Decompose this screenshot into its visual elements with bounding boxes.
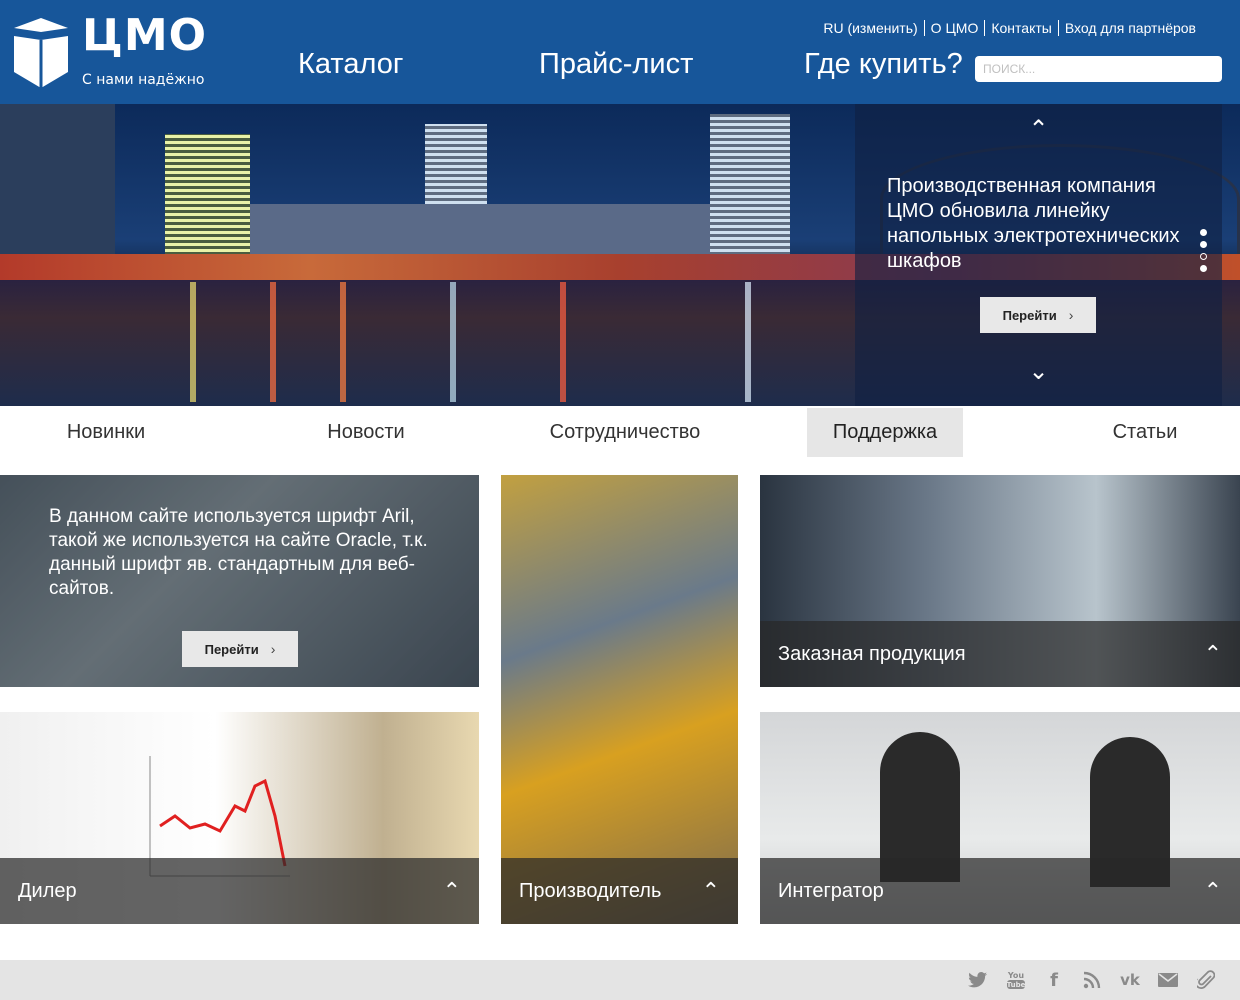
- producer-caption: Производитель ⌃: [501, 858, 738, 924]
- rss-icon[interactable]: [1080, 968, 1104, 992]
- integrator-label: Интегратор: [778, 879, 884, 902]
- slider-dot[interactable]: [1200, 229, 1207, 236]
- site-header: ЦМО С нами надёжно Каталог Прайс-лист Гд…: [0, 0, 1240, 104]
- slider-prev-icon[interactable]: ⌃: [1028, 118, 1048, 142]
- dealer-label: Дилер: [18, 879, 77, 902]
- chevron-up-icon[interactable]: ⌃: [443, 878, 461, 904]
- tab-new-products[interactable]: Новинки: [40, 408, 172, 457]
- producer-label: Производитель: [519, 879, 662, 902]
- slider-dot-active[interactable]: [1200, 253, 1207, 260]
- promo-tile: В данном сайте используется шрифт Aril, …: [0, 475, 479, 687]
- slider-next-icon[interactable]: ⌄: [1028, 360, 1048, 384]
- dealer-caption: Дилер ⌃: [0, 858, 479, 924]
- slider-dot[interactable]: [1200, 265, 1207, 272]
- twitter-icon[interactable]: [966, 968, 990, 992]
- logo-text: ЦМО: [82, 10, 208, 61]
- youtube-icon[interactable]: You Tube: [1004, 968, 1028, 992]
- tab-articles[interactable]: Статьи: [1085, 408, 1205, 457]
- chevron-right-icon: ›: [270, 641, 276, 657]
- svg-text:Tube: Tube: [1007, 981, 1026, 989]
- custom-products-caption: Заказная продукция ⌃: [760, 621, 1240, 687]
- chevron-up-icon[interactable]: ⌃: [1204, 878, 1222, 904]
- nav-price-list[interactable]: Прайс-лист: [539, 48, 693, 81]
- tab-news[interactable]: Новости: [300, 408, 432, 457]
- promo-go-label: Перейти: [204, 641, 259, 657]
- promo-text: В данном сайте используется шрифт Aril, …: [49, 506, 428, 599]
- vk-icon[interactable]: vk: [1118, 968, 1142, 992]
- slider-dot[interactable]: [1200, 241, 1207, 248]
- chevron-right-icon: ›: [1068, 307, 1074, 323]
- integrator-tile[interactable]: Интегратор ⌃: [760, 712, 1240, 924]
- integrator-caption: Интегратор ⌃: [760, 858, 1240, 924]
- hero-go-button[interactable]: Перейти ›: [980, 297, 1096, 333]
- logo-slogan: С нами надёжно: [82, 72, 205, 88]
- mail-icon[interactable]: [1156, 968, 1180, 992]
- attach-icon[interactable]: [1194, 968, 1218, 992]
- top-links: RU (изменить) О ЦМО Контакты Вход для па…: [817, 20, 1202, 36]
- custom-products-label: Заказная продукция: [778, 642, 966, 665]
- hero-slider: ⌃ Производственная компания ЦМО обновила…: [0, 104, 1240, 406]
- chevron-up-icon[interactable]: ⌃: [1204, 641, 1222, 667]
- partner-login-link[interactable]: Вход для партнёров: [1057, 20, 1202, 36]
- site-footer: You Tube f vk: [0, 960, 1240, 1000]
- producer-tile[interactable]: Производитель ⌃: [501, 475, 738, 924]
- logo-cube-icon: [14, 18, 68, 88]
- hero-title: Производственная компания ЦМО обновила л…: [887, 175, 1180, 272]
- contacts-link[interactable]: Контакты: [984, 20, 1057, 36]
- custom-products-tile[interactable]: Заказная продукция ⌃: [760, 475, 1240, 687]
- nav-catalog[interactable]: Каталог: [298, 48, 403, 81]
- language-link[interactable]: RU (изменить): [817, 20, 923, 36]
- about-link[interactable]: О ЦМО: [923, 20, 985, 36]
- facebook-icon[interactable]: f: [1042, 968, 1066, 992]
- hero-go-label: Перейти: [1002, 307, 1057, 323]
- nav-where-to-buy[interactable]: Где купить?: [804, 48, 963, 81]
- social-links: You Tube f vk: [966, 968, 1218, 992]
- promo-go-button[interactable]: Перейти ›: [182, 631, 298, 667]
- tab-support[interactable]: Поддержка: [807, 408, 963, 457]
- search-input[interactable]: [975, 56, 1222, 82]
- slider-dots: [1200, 229, 1207, 272]
- logo[interactable]: ЦМО С нами надёжно: [12, 10, 212, 90]
- dealer-tile[interactable]: Дилер ⌃: [0, 712, 479, 924]
- tab-cooperation[interactable]: Сотрудничество: [540, 408, 710, 457]
- chevron-up-icon[interactable]: ⌃: [702, 878, 720, 904]
- hero-caption-panel: ⌃ Производственная компания ЦМО обновила…: [855, 104, 1222, 406]
- svg-text:You: You: [1007, 971, 1025, 980]
